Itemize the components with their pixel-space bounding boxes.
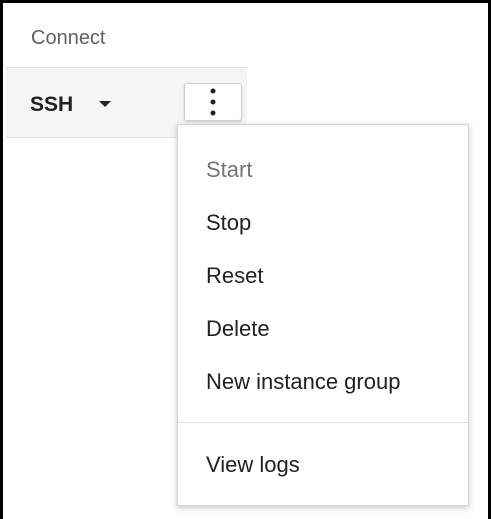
menu-item-delete[interactable]: Delete (178, 305, 468, 353)
more-vert-icon (210, 88, 216, 116)
column-header-label: Connect (31, 27, 106, 49)
menu-item-label: Start (206, 157, 253, 182)
menu-item-label: Reset (206, 263, 264, 288)
caret-down-icon (99, 101, 112, 107)
dot-icon (210, 88, 216, 94)
menu-item-view-logs[interactable]: View logs (178, 441, 468, 489)
menu-item-label: Delete (206, 316, 270, 341)
menu-divider (178, 422, 468, 423)
menu-item-reset[interactable]: Reset (178, 252, 468, 300)
menu-item-label: View logs (206, 452, 300, 477)
menu-item-start: Start (178, 146, 468, 194)
menu-item-label: Stop (206, 210, 252, 235)
menu-item-label: New instance group (206, 369, 401, 394)
ssh-label: SSH (30, 92, 74, 116)
menu-item-stop[interactable]: Stop (178, 199, 468, 247)
menu-item-new-instance-group[interactable]: New instance group (178, 358, 468, 406)
table-header-connect: Connect (6, 6, 247, 68)
more-actions-button[interactable] (184, 83, 242, 121)
ssh-dropdown-button[interactable]: SSH (30, 91, 112, 117)
dot-icon (210, 99, 216, 105)
dot-icon (210, 110, 216, 116)
more-actions-menu: Start Stop Reset Delete New instance gro… (177, 124, 469, 506)
